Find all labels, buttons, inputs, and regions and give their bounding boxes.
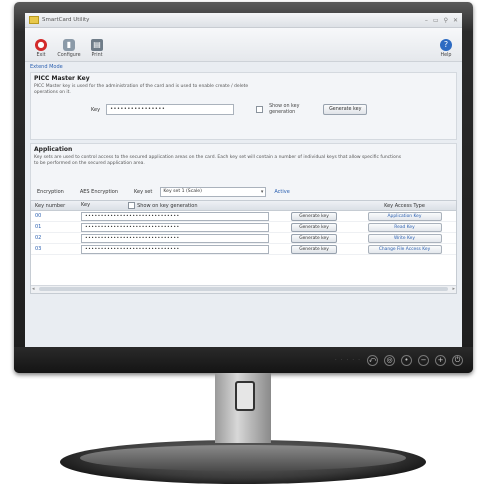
generate-cell: Generate key (291, 211, 353, 221)
extend-mode-link[interactable]: Extend Mode (25, 62, 462, 72)
picc-key-row: Key •••••••••••••••• Show on key generat… (31, 96, 456, 121)
key-access-type-button[interactable]: Application Key (367, 211, 442, 221)
grid-header: Key number Key Show on key generation Ke… (31, 201, 456, 211)
application-title: Application (34, 146, 73, 153)
type-cell: Write Key (353, 233, 456, 243)
generate-key-button[interactable]: Generate key (291, 211, 337, 221)
maximize-icon[interactable]: ▭ (433, 17, 439, 24)
stand-cable-slot (235, 381, 255, 411)
help-button[interactable]: ? Help (435, 39, 457, 58)
print-icon: ▤ (91, 39, 103, 51)
header-key-text: Key (81, 202, 91, 208)
horizontal-scrollbar[interactable]: ◂ ▸ (31, 285, 456, 293)
key-field[interactable]: •••••••••••••••••••••••••••••• (81, 222, 269, 232)
exit-icon: ● (35, 39, 47, 51)
key-cell: •••••••••••••••••••••••••••••• (81, 211, 291, 221)
table-row[interactable]: 00 •••••••••••••••••••••••••••••• Genera… (31, 211, 456, 222)
monitor-dots: · · · · · (334, 357, 361, 364)
key-field[interactable]: •••••••••••••••••••••••••••••• (81, 211, 269, 221)
generate-key-button[interactable]: Generate key (291, 233, 337, 243)
header-key[interactable]: Key Show on key generation (81, 202, 291, 209)
picc-description: PICC Master key is used for the administ… (34, 84, 249, 95)
type-cell: Change File Access Key (353, 244, 456, 254)
application-description: Key sets are used to control access to t… (34, 155, 402, 166)
show-generation-checkbox[interactable] (128, 202, 136, 209)
monitor-stand-base-top (80, 445, 406, 471)
app-window: SmartCard Utility – ▭ ⚲ ✕ ● Exit ▮ Confi… (25, 13, 462, 347)
generate-key-button[interactable]: Generate key (291, 244, 337, 254)
picc-key-label: Key (91, 106, 101, 113)
type-cell: Application Key (353, 211, 456, 221)
key-access-type-button[interactable]: Change File Access Key (367, 244, 442, 254)
header-show-label: Show on key generation (137, 202, 198, 209)
key-cell: •••••••••••••••••••••••••••••• (81, 233, 291, 243)
app-icon (29, 16, 39, 24)
generate-key-button[interactable]: Generate key (291, 222, 337, 232)
monitor-power-icon[interactable]: ⏻ (452, 355, 463, 366)
key-access-type-button[interactable]: Read Key (367, 222, 442, 232)
key-number: 00 (35, 213, 42, 219)
toolbar: ● Exit ▮ Configure ▤ Print ? Help (25, 28, 462, 62)
picc-key-field[interactable]: •••••••••••••••• (106, 104, 235, 115)
scroll-thumb[interactable] (39, 287, 448, 291)
keyset-label: Key set (134, 189, 153, 195)
key-access-type-button[interactable]: Write Key (367, 233, 442, 243)
encryption-row: Encryption AES Encryption Key set Key se… (31, 181, 456, 200)
print-label: Print (91, 53, 103, 58)
configure-label: Configure (57, 53, 81, 58)
key-cell: •••••••••••••••••••••••••••••• (81, 244, 291, 254)
keyset-select[interactable]: Key set 1 (Scale) (160, 187, 267, 197)
picc-show-checkbox[interactable] (256, 106, 264, 113)
minimize-icon[interactable]: – (425, 17, 428, 24)
configure-button[interactable]: ▮ Configure (57, 39, 81, 58)
print-button[interactable]: ▤ Print (86, 39, 108, 58)
table-row[interactable]: 03 •••••••••••••••••••••••••••••• Genera… (31, 244, 456, 255)
picc-show-label: Show on key generation (269, 104, 300, 115)
window-title: SmartCard Utility (42, 17, 90, 23)
key-number: 03 (35, 246, 42, 252)
search-icon[interactable]: ⚲ (444, 17, 448, 24)
key-cell: •••••••••••••••••••••••••••••• (81, 222, 291, 232)
monitor-controls: · · · · · ⤺ ◎ • − + ⏻ (335, 355, 463, 366)
encryption-label: Encryption (37, 189, 64, 195)
table-row[interactable]: 01 •••••••••••••••••••••••••••••• Genera… (31, 222, 456, 233)
title-bar: SmartCard Utility – ▭ ⚲ ✕ (25, 13, 462, 28)
table-row[interactable]: 02 •••••••••••••••••••••••••••••• Genera… (31, 233, 456, 244)
close-icon[interactable]: ✕ (453, 17, 458, 24)
scroll-right-icon[interactable]: ▸ (452, 286, 455, 292)
picc-title: PICC Master Key (34, 75, 90, 82)
key-grid: Key number Key Show on key generation Ke… (30, 200, 457, 294)
picc-master-key-section: PICC Master Key PICC Master key is used … (30, 72, 457, 140)
key-number: 02 (35, 235, 42, 241)
monitor-plus-icon[interactable]: + (435, 355, 446, 366)
exit-label: Exit (36, 53, 46, 58)
monitor-minus-icon[interactable]: − (418, 355, 429, 366)
generate-cell: Generate key (291, 233, 353, 243)
generate-cell: Generate key (291, 244, 353, 254)
monitor-dot-icon[interactable]: • (401, 355, 412, 366)
type-cell: Read Key (353, 222, 456, 232)
help-label: Help (440, 53, 452, 58)
header-key-number[interactable]: Key number (31, 203, 81, 209)
header-show-text: Show on key generation (128, 202, 198, 209)
window-controls: – ▭ ⚲ ✕ (425, 17, 458, 24)
monitor-stand-neck (215, 373, 271, 443)
header-key-access-type[interactable]: Key Access Type (353, 203, 456, 209)
keyset-active-label: Active (274, 189, 290, 195)
picc-generate-button[interactable]: Generate key (323, 104, 368, 115)
application-section: Application Key sets are used to control… (30, 143, 457, 200)
monitor-menu-icon[interactable]: ◎ (384, 355, 395, 366)
generate-cell: Generate key (291, 222, 353, 232)
key-field[interactable]: •••••••••••••••••••••••••••••• (81, 233, 269, 243)
monitor-input-icon[interactable]: ⤺ (367, 355, 378, 366)
key-field[interactable]: •••••••••••••••••••••••••••••• (81, 244, 269, 254)
key-number: 01 (35, 224, 42, 230)
exit-button[interactable]: ● Exit (30, 39, 52, 58)
help-icon: ? (440, 39, 452, 51)
scroll-left-icon[interactable]: ◂ (32, 286, 35, 292)
encryption-value: AES Encryption (79, 189, 119, 195)
configure-icon: ▮ (63, 39, 75, 51)
